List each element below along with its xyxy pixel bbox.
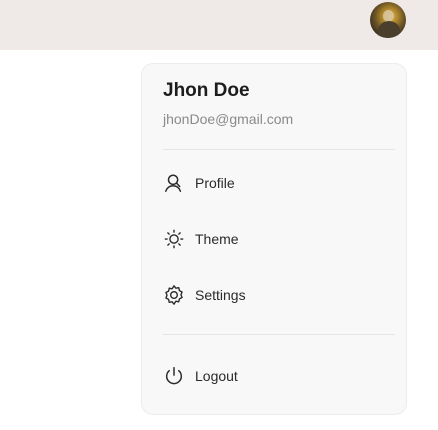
user-dropdown-menu: Jhon Doe jhonDoe@gmail.com Profile Theme xyxy=(141,63,407,415)
logout-label: Logout xyxy=(195,368,238,384)
gear-icon xyxy=(162,283,186,307)
menu-item-label: Theme xyxy=(195,231,239,247)
logout-button[interactable]: Logout xyxy=(162,360,388,392)
user-icon xyxy=(162,171,186,195)
divider xyxy=(163,334,395,335)
user-email: jhonDoe@gmail.com xyxy=(163,111,294,127)
power-icon xyxy=(162,364,186,388)
menu-item-settings[interactable]: Settings xyxy=(162,279,388,311)
menu-item-label: Settings xyxy=(195,287,246,303)
avatar[interactable] xyxy=(370,2,406,38)
menu-item-label: Profile xyxy=(195,175,235,191)
menu-item-profile[interactable]: Profile xyxy=(162,167,388,199)
menu-item-theme[interactable]: Theme xyxy=(162,223,388,255)
divider xyxy=(163,149,395,150)
user-name: Jhon Doe xyxy=(163,80,250,101)
sun-icon xyxy=(162,227,186,251)
